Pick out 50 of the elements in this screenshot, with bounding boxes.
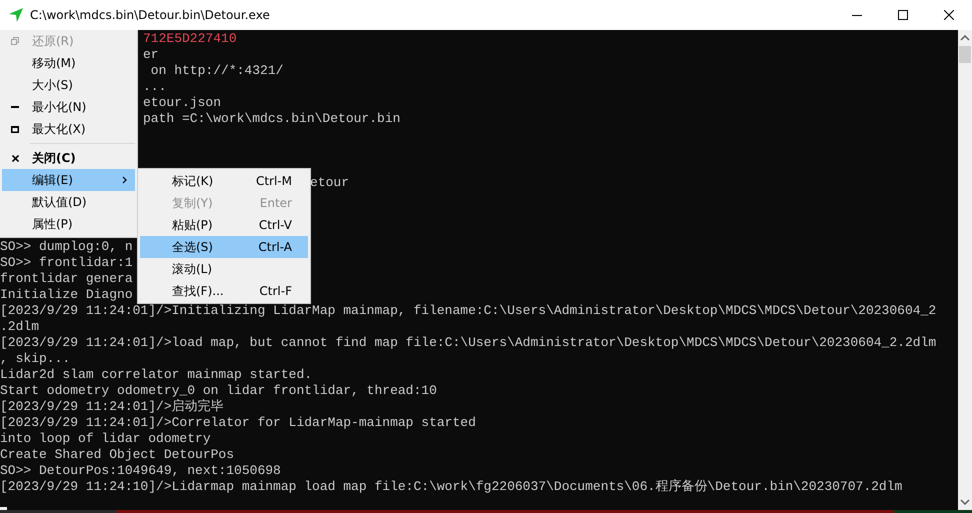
scroll-up-icon[interactable] xyxy=(960,35,970,41)
console-line: Start odometry odometry_0 on lidar frontlidar, thread:10 xyxy=(0,383,437,399)
console-line: Create Shared Object DetourPos xyxy=(0,447,234,463)
restore-icon xyxy=(11,37,19,45)
scrollbar[interactable] xyxy=(958,30,972,510)
window-title: C:\work\mdcs.bin\Detour.bin\Detour.exe xyxy=(30,8,270,22)
console-line: SO>> frontlidar:1 xyxy=(0,255,133,271)
console-line: Lidar2d slam correlator mainmap started. xyxy=(0,367,312,383)
console-line: etour xyxy=(310,175,350,191)
menu-item[interactable]: 标记(K) Ctrl-M xyxy=(140,170,308,192)
maximize-icon xyxy=(11,126,19,132)
maximize-icon xyxy=(898,10,908,20)
console-line: etour.json xyxy=(143,95,222,111)
menu-item[interactable]: 滚动(L) xyxy=(140,258,308,280)
console-line: path =C:\work\mdcs.bin\Detour.bin xyxy=(143,111,400,127)
scroll-down-icon[interactable] xyxy=(960,499,970,505)
console-line: [2023/9/29 11:24:01]/>load map, but cannot find map file:C:\Users\Administrator\Desktop\MDCS\MDCS\Detour\20230604_2.2dlm xyxy=(0,335,936,351)
minimize-icon xyxy=(852,14,862,16)
text-cursor xyxy=(0,506,7,510)
menu-item[interactable]: 查找(F)... Ctrl-F xyxy=(140,280,308,302)
menu-item[interactable]: 全选(S) Ctrl-A xyxy=(140,236,308,258)
console-line: [2023/9/29 11:24:01]/>Initializing LidarMap mainmap, filename:C:\Users\Administrator\Desktop\MDCS\MDCS\Detour\20230604_2 xyxy=(0,303,936,319)
console-line: er xyxy=(143,47,159,63)
console-line: ... xyxy=(143,79,166,95)
console-line: [2023/9/29 11:24:01]/>Correlator for LidarMap-mainmap started xyxy=(0,415,476,431)
console-line: [2023/9/29 11:24:10]/>Lidarmap mainmap load map file:C:\work\fg2206037\Documents\06.程序备份\Detour.bin\20230707.2dlm xyxy=(0,479,902,495)
scroll-thumb[interactable] xyxy=(959,46,971,63)
menu-item[interactable]: 关闭(C) xyxy=(2,147,135,169)
close-icon xyxy=(944,10,954,20)
console-line: .2dlm xyxy=(0,319,40,335)
menu-item[interactable]: 最小化(N) xyxy=(2,96,135,118)
console-line: on http://*:4321/ xyxy=(150,63,284,79)
console-line: into loop of lidar odometry xyxy=(0,431,211,447)
console-line: SO>> DetourPos:1049649, next:1050698 xyxy=(0,463,281,479)
menu-item[interactable]: 粘贴(P) Ctrl-V xyxy=(140,214,308,236)
menu-item[interactable]: 编辑(E) xyxy=(2,169,135,191)
arrow-icon xyxy=(8,7,24,23)
console-line: , skip... xyxy=(0,351,70,367)
console-line: frontlidar genera xyxy=(0,271,133,287)
menu-item[interactable]: 默认值(D) xyxy=(2,191,135,213)
console-line: 712E5D227410 xyxy=(143,31,237,47)
minimize-icon xyxy=(11,106,19,108)
menu-item[interactable]: 最大化(X) xyxy=(2,118,135,140)
menu-item[interactable]: 移动(M) xyxy=(2,52,135,74)
console-line: Initialize Diagno xyxy=(0,287,133,303)
console-line: SO>> dumplog:0, n xyxy=(0,239,133,255)
console-line: [2023/9/29 11:24:01]/>启动完毕 xyxy=(0,399,224,415)
menu-item[interactable]: 属性(P) xyxy=(2,213,135,235)
menu-item[interactable]: 大小(S) xyxy=(2,74,135,96)
close-icon xyxy=(12,154,18,162)
